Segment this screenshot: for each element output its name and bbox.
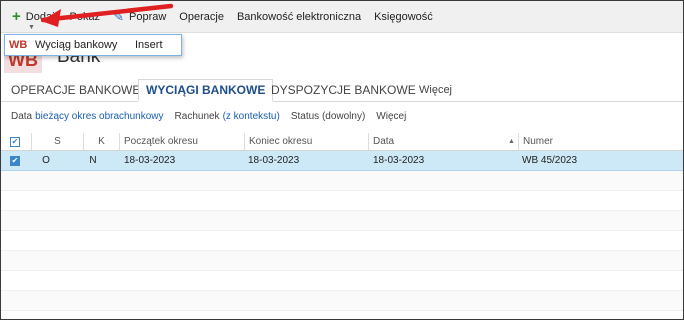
app-window: + Dodaj Pokaż ✎ Popraw Operacje Bankowoś… [0,0,684,320]
statements-table: ✔ S K Początek okresu Koniec okresu Data… [1,133,683,311]
checkbox-icon: ✔ [10,136,20,147]
column-header-number[interactable]: Numer [518,133,683,150]
select-all-checkbox[interactable]: ✔ [10,133,20,150]
ebanking-menu[interactable]: Bankowość elektroniczna [234,6,364,28]
operations-menu-label: Operacje [179,10,224,23]
column-header-s[interactable]: S [31,133,83,150]
cell-end: 18-03-2023 [248,155,300,166]
cell-number: WB 45/2023 [522,155,578,166]
arrow-annotation [41,3,173,27]
accounting-menu[interactable]: Księgowość [371,6,436,28]
column-header-k[interactable]: K [83,133,119,150]
tab-bank-orders[interactable]: DYSPOZYCJE BANKOWE [271,83,416,97]
column-header-start[interactable]: Początek okresu [119,133,244,150]
cell-k: N [89,155,97,166]
menu-item-shortcut: Insert [135,39,163,51]
empty-row [1,291,683,311]
filter-account-value[interactable]: (z kontekstu) [223,111,280,122]
bank-statement-icon: WB [9,39,28,51]
plus-icon: + [12,8,21,25]
cell-start: 18-03-2023 [124,155,176,166]
column-header-date[interactable]: Data [368,133,518,150]
menu-item-bank-statement[interactable]: Wyciąg bankowy [35,39,135,51]
cell-date: 18-03-2023 [373,155,425,166]
row-checkbox[interactable]: ✔ [10,151,20,170]
operations-menu[interactable]: Operacje [176,6,227,28]
checkbox-icon: ✔ [10,155,20,166]
tab-bank-operations[interactable]: OPERACJE BANKOWE [11,83,140,97]
empty-row [1,191,683,211]
tab-bank-statements[interactable]: WYCIĄGI BANKOWE [138,79,274,102]
empty-row [1,171,683,191]
cell-s: O [42,155,50,166]
add-dropdown-menu: WB Wyciąg bankowy Insert [4,34,182,56]
empty-row [1,271,683,291]
empty-row [1,211,683,231]
filter-date-label: Data [11,111,33,122]
chevron-down-icon[interactable]: ▼ [28,24,35,31]
table-header: ✔ S K Początek okresu Koniec okresu Data… [1,133,683,151]
accounting-menu-label: Księgowość [374,10,433,23]
filter-more[interactable]: Więcej [376,111,406,122]
filter-date-value[interactable]: bieżący okres obrachunkowy [35,111,163,122]
table-row[interactable]: ✔ O N 18-03-2023 18-03-2023 18-03-2023 W… [1,151,683,171]
tab-bar: OPERACJE BANKOWE WYCIĄGI BANKOWE DYSPOZY… [1,79,683,102]
empty-row [1,251,683,271]
ebanking-menu-label: Bankowość elektroniczna [236,10,362,23]
empty-row [1,231,683,251]
filter-bar: Data bieżący okres obrachunkowy Rachunek… [11,111,409,122]
tab-more[interactable]: Więcej [419,84,452,96]
column-header-end[interactable]: Koniec okresu [244,133,368,150]
filter-account-label: Rachunek [174,111,220,122]
filter-status[interactable]: Status (dowolny) [291,111,365,122]
